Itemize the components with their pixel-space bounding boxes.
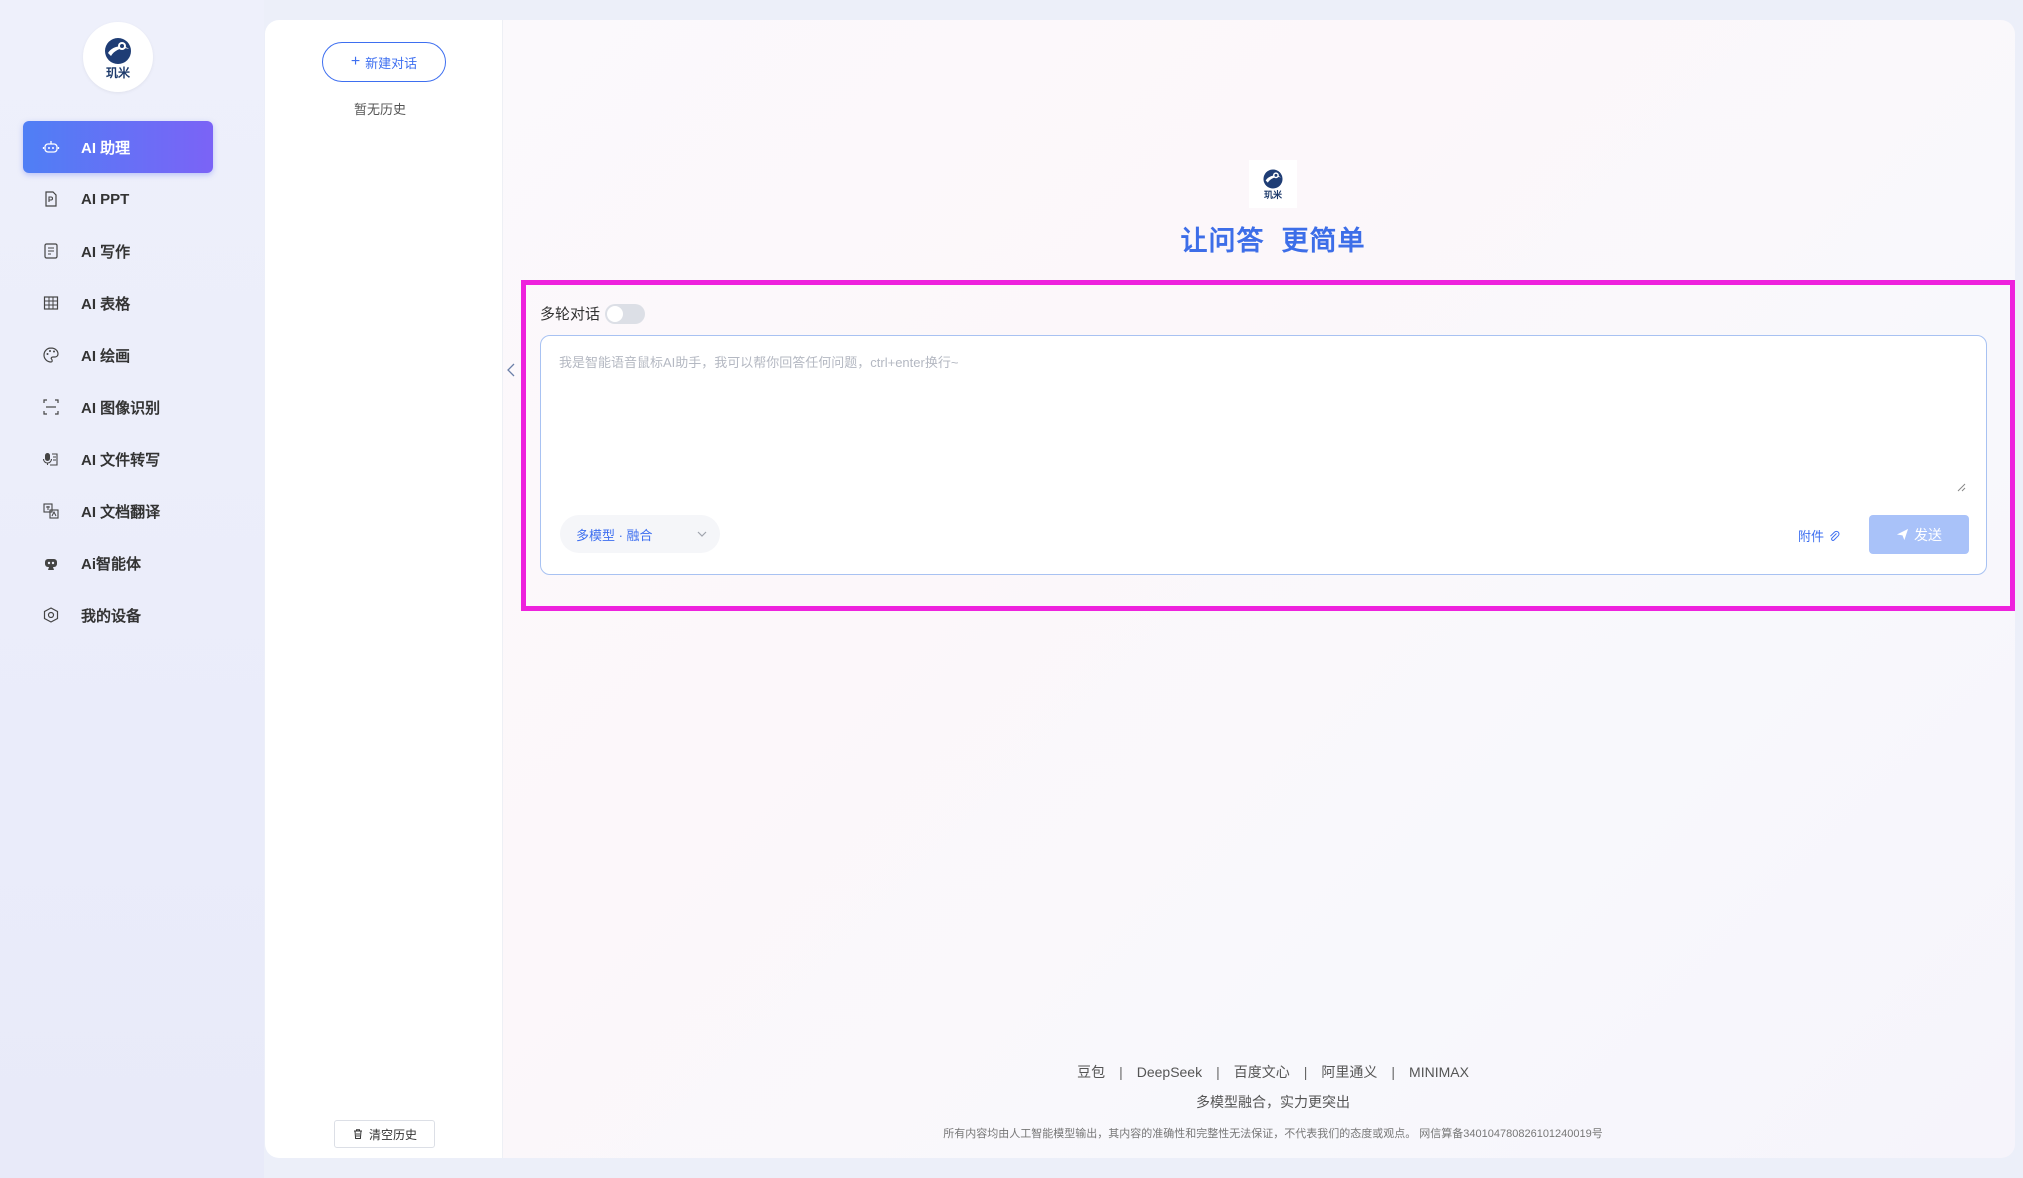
send-button[interactable]: 发送 <box>1869 515 1969 554</box>
resize-grip-icon[interactable] <box>1956 482 1966 492</box>
footer-separator: | <box>1391 1064 1396 1080</box>
attach-button[interactable]: 附件 <box>1798 526 1840 545</box>
send-icon <box>1896 528 1909 541</box>
input-card: 多模型 · 融合 附件 发送 <box>540 335 1987 575</box>
footer-model-name: DeepSeek <box>1136 1064 1203 1080</box>
footer-model-name: 阿里通义 <box>1321 1064 1378 1080</box>
nav-item-label: AI 图像识别 <box>81 399 161 417</box>
translate-icon <box>41 501 61 521</box>
microphone-file-icon <box>41 449 61 469</box>
logo-text: 玑米 <box>105 65 130 80</box>
trash-icon <box>353 1129 362 1139</box>
nav-item-label: AI 文档翻译 <box>81 503 161 521</box>
nav-item-label: AI 绘画 <box>81 347 131 365</box>
send-label: 发送 <box>1914 526 1942 543</box>
ppt-file-icon <box>41 189 61 209</box>
collapse-history-handle[interactable] <box>503 360 519 380</box>
nav-list: AI 助理 AI PPT AI 写作 AI 表格 AI 绘画 AI 图像识别 AI 文件转写… <box>23 121 213 641</box>
footer-separator: | <box>1216 1064 1220 1080</box>
robot-icon <box>41 137 61 157</box>
agent-icon <box>41 553 61 573</box>
nav-item-4[interactable]: AI 绘画 <box>23 329 213 381</box>
model-select-value: 多模型 · 融合 <box>576 527 653 543</box>
paperclip-icon <box>1830 530 1840 541</box>
multi-turn-control: 多轮对话 <box>540 303 646 324</box>
nav-item-label: 我的设备 <box>81 607 142 625</box>
nav-item-8[interactable]: Ai智能体 <box>23 537 213 589</box>
logo-text: 玑米 <box>1263 190 1282 200</box>
nav-item-label: AI 助理 <box>81 139 131 157</box>
chevron-left-icon <box>507 363 515 377</box>
empty-history-text: 暂无历史 <box>353 102 406 117</box>
nav-item-label: AI 写作 <box>81 243 131 261</box>
device-icon <box>41 605 61 625</box>
footer-model-name: 豆包 <box>1077 1064 1106 1080</box>
nav-item-7[interactable]: AI 文档翻译 <box>23 485 213 537</box>
hero-logo: 玑米 <box>1249 160 1297 208</box>
new-chat-button[interactable]: + 新建对话 <box>322 42 446 82</box>
logo-icon <box>1263 169 1283 189</box>
footer-model-list: 豆包 | DeepSeek | 百度文心 | 阿里通义 | MINIMAX <box>503 1062 2023 1082</box>
ocr-scan-icon <box>41 397 61 417</box>
multi-turn-toggle[interactable] <box>605 303 646 324</box>
palette-icon <box>41 345 61 365</box>
chat-input-section: 多轮对话 多模型 · 融合 附件 <box>521 280 2017 606</box>
nav-item-label: AI PPT <box>81 190 130 208</box>
sidebar-nav: 玑米 AI 助理 AI PPT AI 写作 AI 表格 AI 绘画 AI 图像识别 AI 文… <box>0 0 264 1178</box>
footer-disclaimer: 所有内容均由人工智能模型输出，其内容的准确性和完整性无法保证，不代表我们的态度或… <box>943 1128 1603 1140</box>
footer-model-name: 百度文心 <box>1233 1064 1290 1080</box>
main-panel: 玑米 让问答 更简单 多轮对话 多模型 · 融合 附件 <box>503 20 2015 1158</box>
brand-logo[interactable]: 玑米 <box>83 22 153 92</box>
attach-label: 附件 <box>1798 529 1825 544</box>
clear-history-button[interactable]: 清空历史 <box>334 1120 435 1148</box>
footer-separator: | <box>1303 1064 1308 1080</box>
nav-item-label: AI 表格 <box>81 295 131 313</box>
nav-item-5[interactable]: AI 图像识别 <box>23 381 213 433</box>
nav-item-9[interactable]: 我的设备 <box>23 589 213 641</box>
history-panel: + 新建对话 暂无历史 清空历史 <box>265 20 503 1158</box>
nav-item-1[interactable]: AI PPT <box>23 173 213 225</box>
nav-item-0[interactable]: AI 助理 <box>23 121 213 173</box>
hero-title: 让问答 更简单 <box>1180 226 1366 256</box>
nav-item-2[interactable]: AI 写作 <box>23 225 213 277</box>
clear-history-label: 清空历史 <box>368 1127 417 1142</box>
chevron-down-icon <box>697 531 707 537</box>
document-icon <box>41 241 61 261</box>
plus-icon: + <box>350 53 361 70</box>
footer-separator: | <box>1119 1064 1123 1080</box>
new-chat-label: 新建对话 <box>365 55 418 71</box>
logo-icon <box>105 37 131 64</box>
nav-item-3[interactable]: AI 表格 <box>23 277 213 329</box>
nav-item-label: Ai智能体 <box>81 555 142 573</box>
question-input[interactable] <box>557 350 1967 490</box>
nav-item-6[interactable]: AI 文件转写 <box>23 433 213 485</box>
footer-tagline: 多模型融合，实力更突出 <box>1196 1094 1350 1110</box>
multi-turn-label: 多轮对话 <box>540 306 601 323</box>
nav-item-label: AI 文件转写 <box>81 451 161 469</box>
model-select[interactable]: 多模型 · 融合 <box>560 515 720 553</box>
table-icon <box>41 293 61 313</box>
footer-model-name: MINIMAX <box>1409 1064 1469 1080</box>
